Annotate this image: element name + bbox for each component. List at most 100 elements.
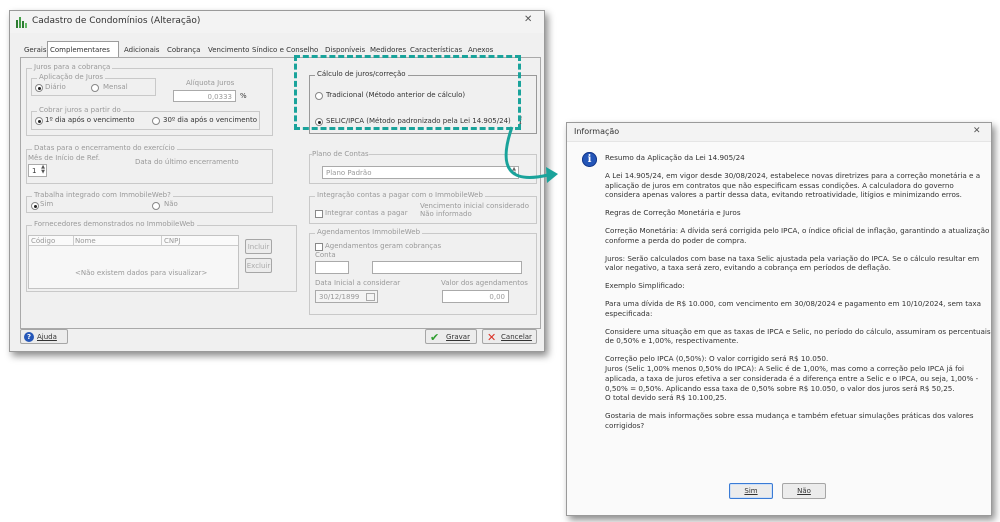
- vencimento-inicial-value: Não informado: [420, 210, 472, 218]
- col-codigo[interactable]: Código: [31, 237, 55, 245]
- info-paragraph: A Lei 14.905/24, em vigor desde 30/08/20…: [605, 170, 981, 200]
- tab-complementares[interactable]: Complementares: [47, 41, 119, 57]
- juros-group: Juros para a cobrança Aplicação de Juros…: [26, 63, 273, 136]
- information-icon: i: [582, 152, 597, 167]
- radio-nao[interactable]: [152, 202, 160, 210]
- plano-contas-label: Plano de Contas: [312, 150, 369, 158]
- fornecedores-group-label: Fornecedores demonstrados no ImmobileWeb: [32, 220, 197, 228]
- sim-button[interactable]: Sim: [729, 483, 773, 499]
- aplicacao-juros-label: Aplicação de Juros: [37, 73, 106, 81]
- col-divider: [161, 236, 162, 245]
- incluir-button[interactable]: Incluir: [245, 239, 272, 254]
- radio-sim-label: Sim: [40, 200, 54, 208]
- radio-diario-label: Diário: [45, 83, 66, 91]
- radio-mensal-label: Mensal: [103, 83, 128, 91]
- conta-code-input[interactable]: [315, 261, 349, 274]
- conta-name-input[interactable]: [372, 261, 522, 274]
- info-paragraph: Gostaria de mais informações sobre essa …: [605, 411, 974, 430]
- excluir-button[interactable]: Excluir: [245, 258, 272, 273]
- integracao-group: Integração contas a pagar com o Immobile…: [309, 191, 537, 224]
- info-paragraph: Considere uma situação em que as taxas d…: [605, 326, 991, 346]
- conta-label: Conta: [315, 251, 336, 259]
- info-message: Resumo da Aplicação da Lei 14.905/24 A L…: [605, 153, 991, 439]
- datas-group: Datas para o encerramento do exercício M…: [26, 144, 273, 184]
- col-nome[interactable]: Nome: [75, 237, 96, 245]
- info-titlebar: Informação ✕: [567, 123, 991, 142]
- info-paragraph: Juros: Serão calculados com base na taxa…: [605, 253, 980, 273]
- info-paragraph: Correção Monetária: A dívida será corrig…: [605, 225, 990, 245]
- datas-group-label: Datas para o encerramento do exercício: [32, 144, 177, 152]
- radio-trigesimo-dia-label: 30º dia após o vencimento: [163, 116, 257, 124]
- vencimento-inicial-label: Vencimento inicial considerado: [420, 202, 529, 210]
- grid-header: Código Nome CNPJ: [29, 236, 238, 246]
- info-paragraph: Exemplo Simplificado:: [605, 281, 685, 291]
- highlight-box: [294, 55, 521, 130]
- spinner-arrows-icon[interactable]: ▲ ▼: [41, 165, 45, 175]
- info-heading: Resumo da Aplicação da Lei 14.905/24: [605, 153, 745, 162]
- tab-cobranca[interactable]: Cobrança: [165, 43, 202, 57]
- data-inicial-label: Data Inicial a considerar: [315, 279, 401, 287]
- cancel-x-icon: ✕: [487, 331, 497, 344]
- cobrar-juros-group: Cobrar juros a partir do 1º dia após o v…: [31, 106, 260, 130]
- data-inicial-input[interactable]: 30/12/1899: [315, 290, 378, 303]
- tab-gerais[interactable]: Gerais: [22, 43, 49, 57]
- col-divider: [73, 236, 74, 245]
- agendamentos-cobrancas-label: Agendamentos geram cobranças: [325, 242, 442, 250]
- mes-inicio-label: Mês de Início de Ref.: [28, 154, 100, 162]
- integracao-group-label: Integração contas a pagar com o Immobile…: [315, 191, 485, 199]
- valor-agendamentos-input[interactable]: 0,00: [442, 290, 509, 303]
- mes-inicio-spinner[interactable]: 1 ▲ ▼: [28, 164, 47, 177]
- agendamentos-cobrancas-checkbox[interactable]: [315, 243, 323, 251]
- main-window-title: Cadastro de Condomínios (Alteração): [32, 16, 201, 26]
- integrar-contas-label: Integrar contas a pagar: [325, 209, 408, 217]
- main-titlebar: Cadastro de Condomínios (Alteração) ✕: [10, 11, 544, 33]
- tab-adicionais[interactable]: Adicionais: [122, 43, 161, 57]
- radio-sim[interactable]: [31, 202, 39, 210]
- app-icon: [16, 17, 27, 28]
- ajuda-label: Ajuda: [37, 333, 57, 341]
- radio-mensal[interactable]: [91, 84, 99, 92]
- ajuda-button[interactable]: ? Ajuda: [20, 329, 68, 344]
- info-paragraph: Correção pelo IPCA (0,50%): O valor corr…: [605, 354, 979, 403]
- aliquota-juros-input[interactable]: 0,0333: [173, 90, 236, 102]
- pointer-arrow-icon: [504, 126, 558, 183]
- radio-primeiro-dia-label: 1º dia após o vencimento: [45, 116, 135, 124]
- percent-sign: %: [240, 92, 247, 100]
- info-dialog: Informação ✕ i Resumo da Aplicação da Le…: [566, 122, 992, 516]
- valor-agendamentos-label: Valor dos agendamentos: [441, 279, 528, 287]
- grid-empty-text: <Não existem dados para visualizar>: [75, 269, 208, 277]
- cancelar-button[interactable]: ✕ Cancelar: [482, 329, 537, 344]
- nao-button[interactable]: Não: [782, 483, 826, 499]
- ultimo-encerramento-label: Data do último encerramento: [135, 158, 239, 166]
- integrado-group: Trabalha integrado com ImmobileWeb? Sim …: [26, 191, 273, 213]
- data-inicial-value: 30/12/1899: [319, 293, 360, 301]
- aliquota-juros-label: Alíquota Juros: [186, 79, 235, 87]
- radio-nao-label: Não: [164, 200, 178, 208]
- fornecedores-group: Fornecedores demonstrados no ImmobileWeb…: [26, 220, 297, 292]
- cancelar-label: Cancelar: [501, 333, 532, 341]
- info-paragraph: Para uma dívida de R$ 10.000, com vencim…: [605, 298, 982, 318]
- gravar-button[interactable]: ✔ Gravar: [425, 329, 477, 344]
- checkmark-icon: ✔: [430, 331, 440, 344]
- mes-inicio-value: 1: [32, 167, 37, 175]
- gravar-label: Gravar: [446, 333, 470, 341]
- agendamentos-group-label: Agendamentos ImmobileWeb: [315, 228, 423, 236]
- tab-vencimento[interactable]: Vencimento: [206, 43, 251, 57]
- integrado-group-label: Trabalha integrado com ImmobileWeb?: [32, 191, 173, 199]
- info-dialog-title: Informação: [574, 127, 620, 136]
- integrar-contas-checkbox[interactable]: [315, 210, 323, 218]
- info-close-icon[interactable]: ✕: [973, 126, 981, 136]
- help-icon: ?: [24, 332, 34, 342]
- radio-diario[interactable]: [35, 84, 43, 92]
- radio-trigesimo-dia[interactable]: [152, 117, 160, 125]
- agendamentos-group: Agendamentos ImmobileWeb Agendamentos ge…: [309, 228, 537, 315]
- col-cnpj[interactable]: CNPJ: [164, 237, 180, 245]
- radio-primeiro-dia[interactable]: [35, 117, 43, 125]
- juros-group-label: Juros para a cobrança: [32, 63, 113, 71]
- cobrar-juros-label: Cobrar juros a partir do: [37, 106, 123, 114]
- calendar-icon[interactable]: [366, 293, 375, 301]
- aplicacao-juros-group: Aplicação de Juros Diário Mensal: [31, 73, 156, 96]
- main-close-icon[interactable]: ✕: [524, 15, 532, 25]
- plano-contas-value: Plano Padrão: [326, 169, 372, 177]
- fornecedores-grid[interactable]: Código Nome CNPJ <Não existem dados para…: [28, 235, 239, 289]
